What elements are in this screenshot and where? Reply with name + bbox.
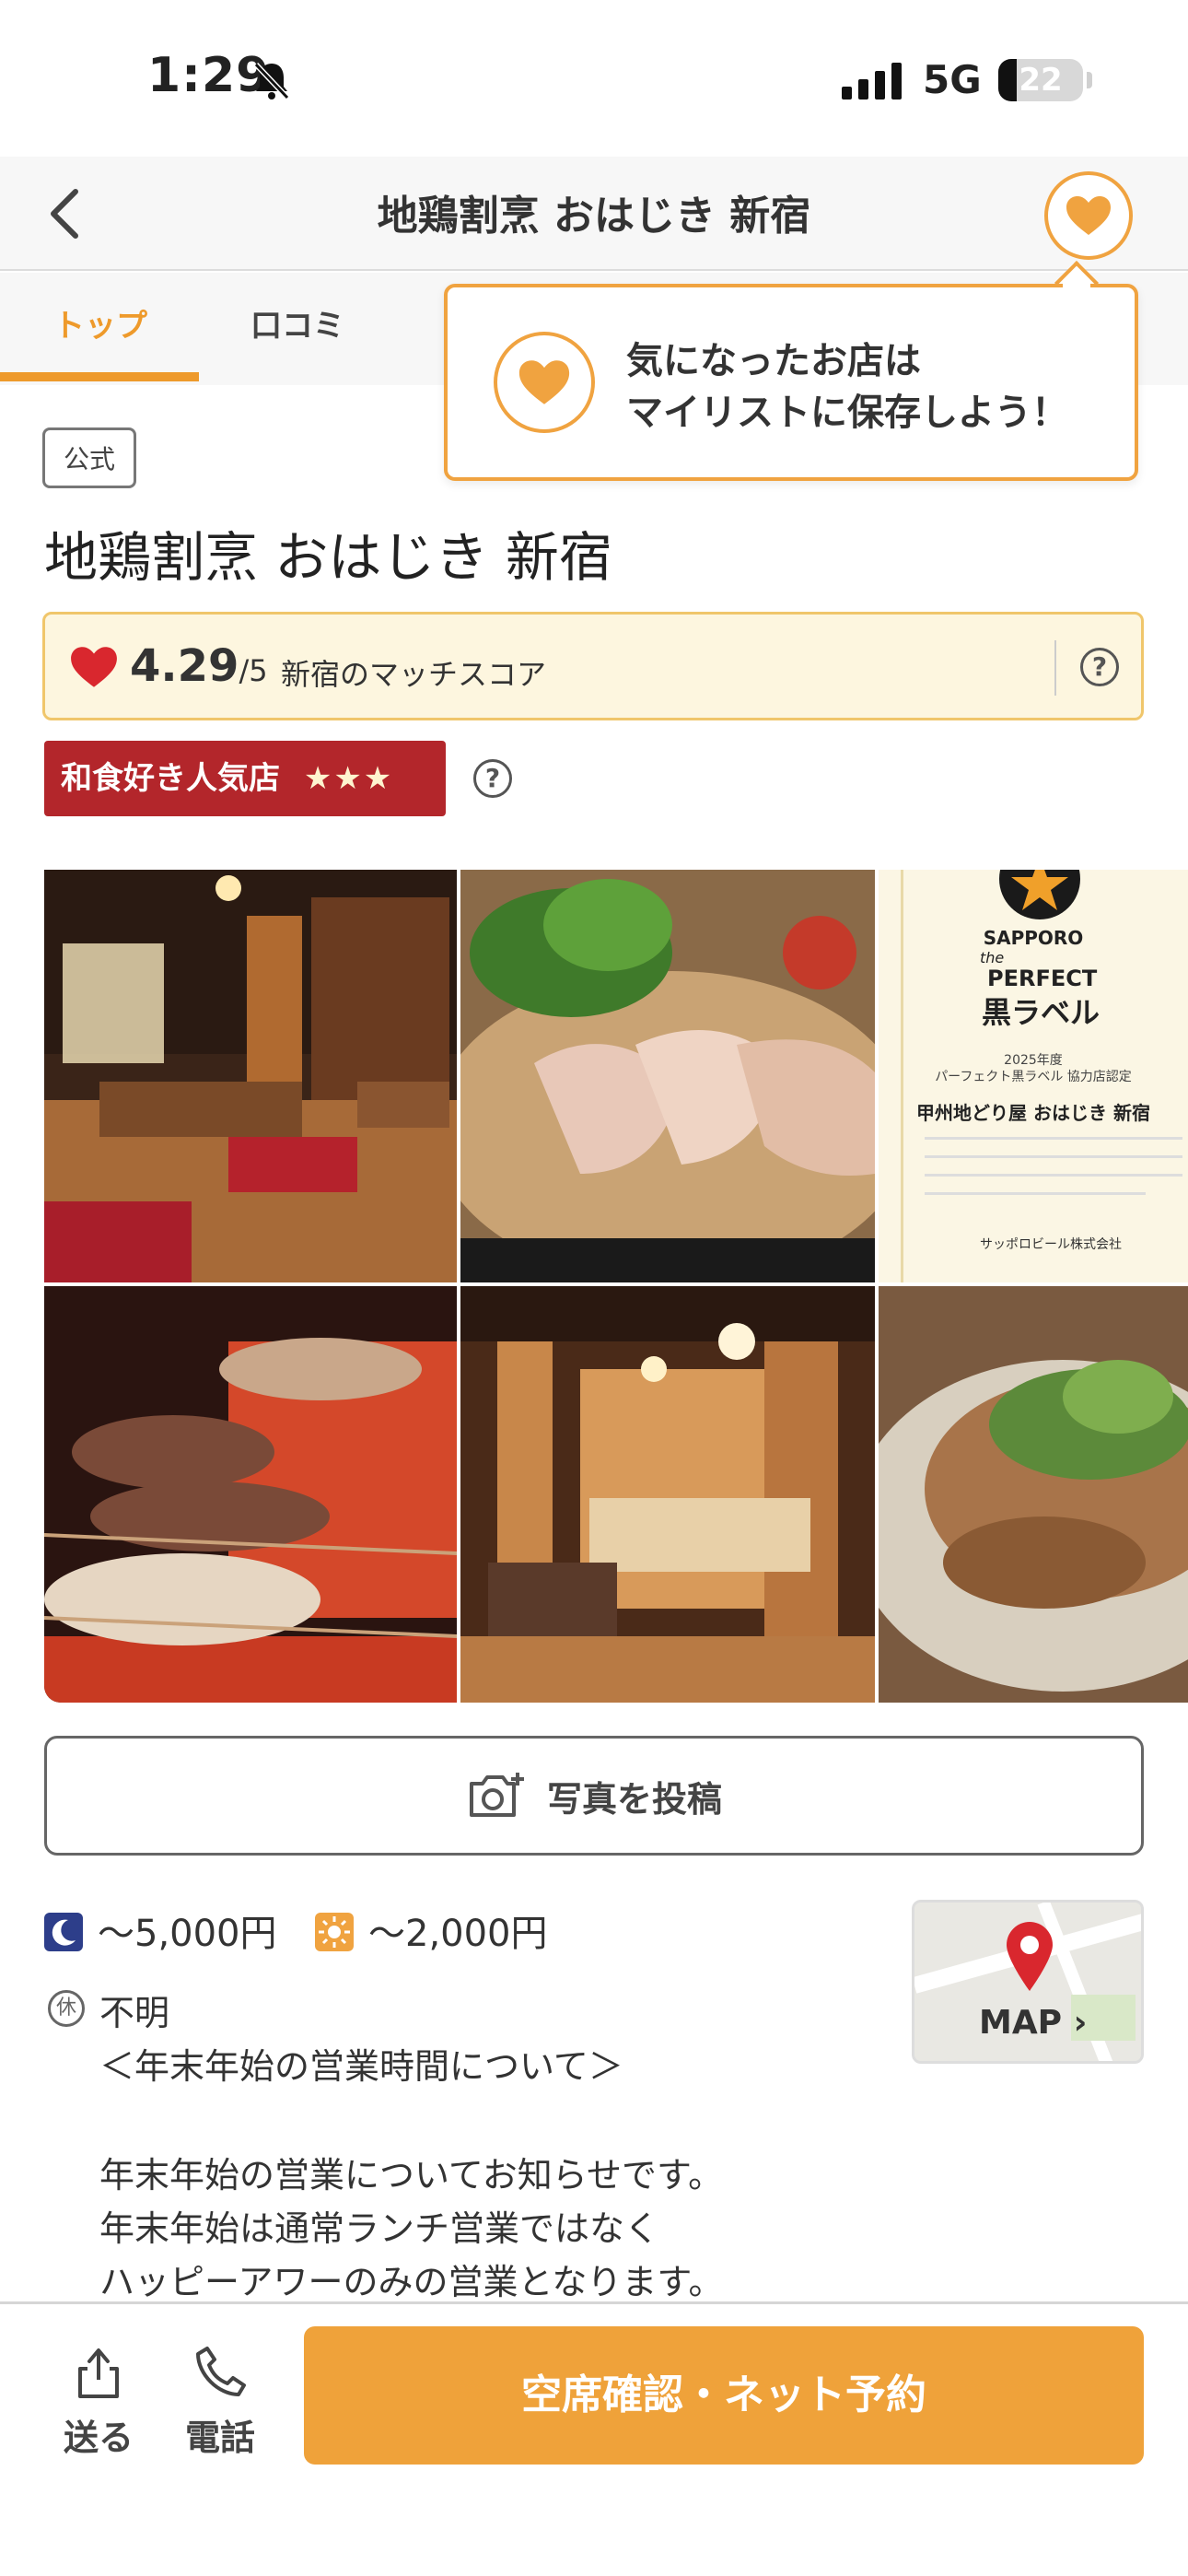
tab-top[interactable]: トップ (53, 300, 147, 345)
chicken-photo-image (460, 870, 875, 1282)
notice-line: 年末年始は通常ランチ営業ではなく (99, 2208, 660, 2249)
phone-icon (196, 2347, 246, 2396)
phone-button[interactable]: 電話 (169, 2345, 271, 2460)
map-pin-icon (1007, 1922, 1053, 1991)
photo-interior-1[interactable] (44, 870, 457, 1282)
match-score-max: /5 (239, 653, 268, 688)
phone-label: 電話 (184, 2418, 255, 2458)
certificate-issuer: サッポロビール株式会社 (980, 1237, 1122, 1252)
photo-yakitori[interactable] (44, 1286, 457, 1703)
match-score-value: 4.29 (130, 640, 239, 692)
brand-line-2: PERFECT (987, 966, 1098, 991)
tab-reviews[interactable]: 口コミ (250, 300, 344, 345)
photo-interior-2[interactable] (460, 1286, 875, 1703)
certificate-text-line (925, 1174, 1182, 1177)
match-score: 4.29/5 (130, 640, 268, 692)
network-label: 5G (923, 57, 982, 102)
certificate-text-line (925, 1155, 1182, 1158)
match-score-box[interactable]: 4.29/5 新宿のマッチスコア ? (42, 612, 1144, 720)
match-score-label: 新宿のマッチスコア (281, 657, 547, 692)
photo-chicken-tataki[interactable] (460, 870, 875, 1282)
dish-photo-image (879, 1286, 1188, 1703)
certificate-shop: 甲州地どり屋 おはじき 新宿 (916, 1102, 1150, 1124)
tooltip-heart-badge (494, 332, 595, 433)
notice-line: 年末年始の営業についてお知らせです。 (99, 2155, 724, 2195)
photo-sapporo-certificate[interactable]: SAPPORO the PERFECT 黒ラベル 2025年度 パーフェクト黒ラ… (879, 870, 1188, 1282)
page-title: 地鶏割烹 おはじき 新宿 (377, 193, 811, 240)
moon-icon (44, 1913, 83, 1951)
battery-percent: 22 (1019, 62, 1063, 99)
map-label: MAP › (979, 2004, 1088, 2042)
yakitori-photo-image (44, 1286, 457, 1703)
map-button[interactable]: MAP › (912, 1900, 1144, 2064)
heart-icon (1066, 196, 1111, 235)
share-icon (78, 2348, 119, 2398)
reserve-button[interactable]: 空席確認・ネット予約 (304, 2326, 1144, 2465)
photo-dish[interactable] (879, 1286, 1188, 1703)
battery-indicator: 22 (998, 59, 1083, 101)
rating-stars: ★★★ (303, 760, 394, 797)
budget-dinner-value: ～5,000円 (98, 1913, 277, 1955)
share-button[interactable]: 送る (48, 2345, 149, 2460)
brand-name: SAPPORO (983, 927, 1084, 949)
brand-line-3: 黒ラベル (982, 995, 1101, 1030)
favorite-button[interactable] (1044, 171, 1133, 260)
sun-icon (315, 1913, 354, 1951)
bottom-action-bar: 送る 電話 空席確認・ネット予約 (0, 2301, 1188, 2576)
mylist-tooltip[interactable]: 気になったお店は マイリストに保存しよう！ (444, 284, 1138, 481)
tooltip-message: 気になったお店は マイリストに保存しよう！ (626, 335, 1068, 439)
certificate-title: パーフェクト黒ラベル 協力店認定 (935, 1070, 1132, 1084)
app-header: 地鶏割烹 おはじき 新宿 (0, 157, 1188, 271)
notice-line: ハッピーアワーのみの営業となります。 (99, 2262, 724, 2302)
closed-day-value: 不明 (99, 1993, 170, 2033)
share-label: 送る (63, 2418, 134, 2458)
popular-badge: 和食好き人気店 ★★★ (44, 741, 446, 816)
tooltip-arrow-mask (1063, 280, 1090, 293)
official-badge: 公式 (42, 427, 137, 488)
budget-lunch: ～2,000円 (315, 1903, 548, 1957)
camera-plus-icon (469, 1773, 524, 1817)
help-icon[interactable]: ? (473, 759, 512, 798)
budget-dinner: ～5,000円 (44, 1903, 277, 1957)
status-bar: 1:29 5G 22 (0, 0, 1188, 157)
interior-photo-image (460, 1286, 875, 1703)
tooltip-line-2: マイリストに保存しよう！ (626, 392, 1068, 434)
budget-lunch-value: ～2,000円 (368, 1913, 548, 1955)
bell-muted-icon (253, 62, 290, 100)
heart-icon (518, 360, 570, 404)
certificate-year: 2025年度 (1004, 1053, 1063, 1068)
battery-cap (1087, 72, 1092, 88)
star-logo-icon (999, 870, 1080, 919)
certificate-text-line (925, 1137, 1182, 1140)
certificate-text-line (925, 1192, 1146, 1195)
heart-icon (71, 647, 117, 687)
shop-name: 地鶏割烹 おはじき 新宿 (44, 526, 612, 589)
divider (1054, 640, 1056, 696)
brand-line-1: the (980, 949, 1005, 966)
help-icon[interactable]: ? (1080, 648, 1119, 686)
post-photo-label: 写真を投稿 (546, 1778, 722, 1820)
popular-badge-label: 和食好き人気店 (61, 760, 280, 797)
post-photo-button[interactable]: 写真を投稿 (44, 1736, 1144, 1856)
photo-grid: SAPPORO the PERFECT 黒ラベル 2025年度 パーフェクト黒ラ… (44, 870, 1188, 1703)
tab-active-indicator (0, 372, 199, 381)
interior-photo-image (44, 870, 457, 1282)
closed-day-icon: 休 (48, 1990, 85, 2027)
tooltip-line-1: 気になったお店は (626, 340, 921, 382)
signal-icon (842, 63, 902, 100)
notice-title: ＜年末年始の営業時間について＞ (99, 2046, 623, 2087)
